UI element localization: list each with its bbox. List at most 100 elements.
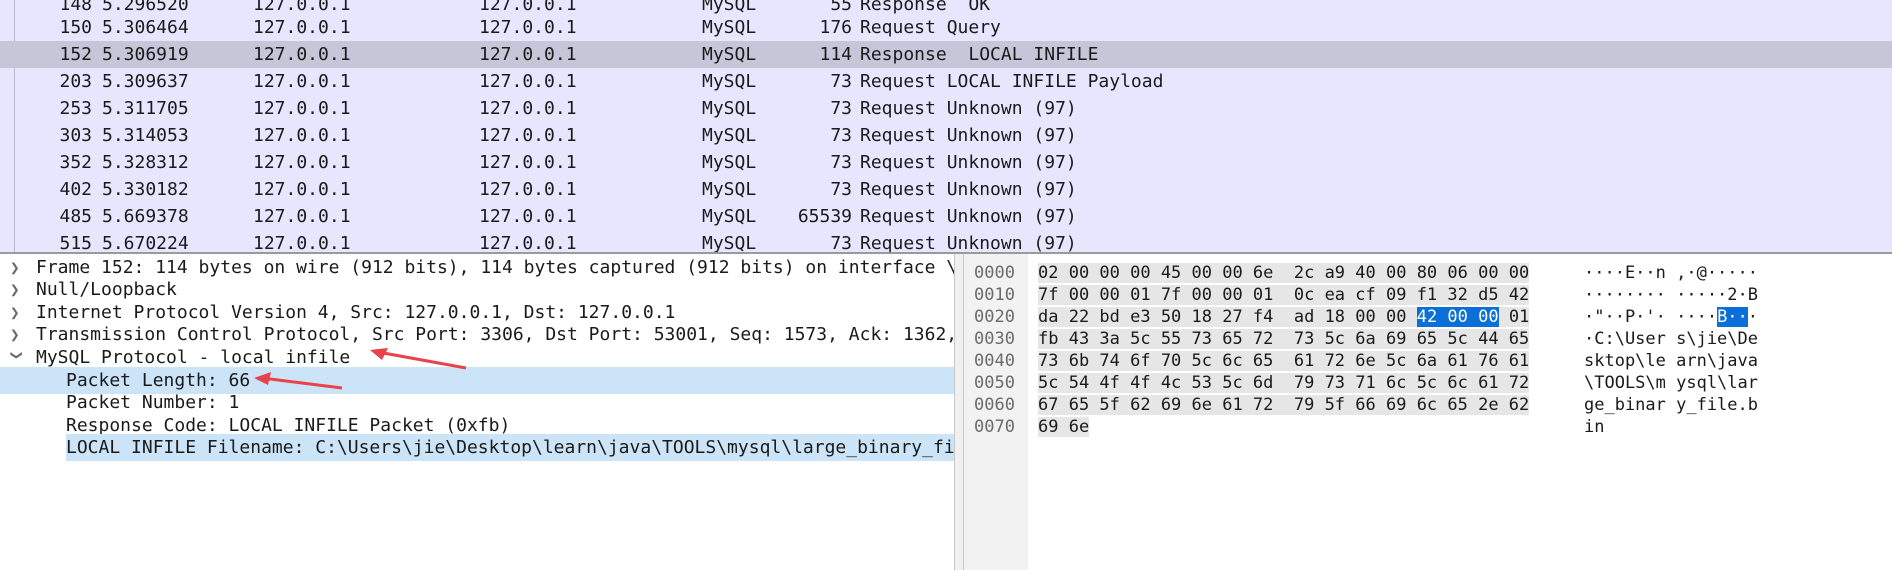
packet-source-cell: 127.0.0.1	[253, 125, 351, 146]
packet-protocol-cell: MySQL	[702, 179, 757, 200]
hex-bytes-line[interactable]: fb 43 3a 5c 55 73 65 72 73 5c 6a 69 65 5…	[1038, 328, 1530, 350]
packet-length-cell: 73	[830, 233, 852, 254]
byte-offset: 0050	[974, 373, 1015, 393]
chevron-down-icon[interactable]: ❯	[4, 351, 31, 365]
hex-bytes[interactable]: 7f 00 00 01 7f 00 00 01 0c ea cf 09 f1 3…	[1038, 285, 1530, 305]
hex-bytes-line[interactable]: da 22 bd e3 50 18 27 f4 ad 18 00 00 42 0…	[1038, 306, 1530, 328]
packet-row[interactable]: 152 5.306919 127.0.0.1 127.0.0.1 MySQL 114 Res…	[0, 41, 1892, 68]
packet-info-cell: Request LOCAL INFILE Payload	[860, 71, 1164, 92]
ascii-line[interactable]: \TOOLS\m ysql\lar	[1584, 372, 1758, 394]
packet-destination-cell: 127.0.0.1	[479, 179, 577, 200]
pane-splitter[interactable]	[954, 254, 964, 570]
ascii-line[interactable]: ·C:\User s\jie\De	[1584, 328, 1758, 350]
hex-bytes[interactable]: da 22 bd e3 50 18 27 f4 ad 18 00 00	[1038, 307, 1417, 327]
packet-row[interactable]: 203 5.309637 127.0.0.1 127.0.0.1 MySQL 73 Requ…	[0, 68, 1892, 95]
packet-protocol-cell: MySQL	[702, 71, 757, 92]
packet-source-cell: 127.0.0.1	[253, 179, 351, 200]
packet-length-cell: 73	[830, 152, 852, 173]
packet-time-cell: 5.309637	[102, 71, 189, 92]
ascii-text[interactable]: ·"··P·'· ····	[1584, 307, 1717, 327]
packet-length-cell: 176	[819, 17, 852, 38]
packet-source-cell: 127.0.0.1	[253, 44, 351, 65]
packet-destination-cell: 127.0.0.1	[479, 71, 577, 92]
hex-bytes[interactable]: 69 6e	[1038, 417, 1090, 437]
packet-time-cell: 5.306919	[102, 44, 189, 65]
packet-protocol-cell: MySQL	[702, 233, 757, 254]
packet-time-cell: 5.311705	[102, 98, 189, 119]
packet-number-cell: 402	[59, 179, 92, 200]
packet-source-cell: 127.0.0.1	[253, 71, 351, 92]
packet-number-cell: 152	[59, 44, 92, 65]
ascii-line[interactable]: sktop\le arn\java	[1584, 350, 1758, 372]
packet-list[interactable]: 148 5.296520 127.0.0.1 127.0.0.1 MySQL 55 Resp…	[0, 0, 1892, 254]
ascii-line[interactable]: ·"··P·'· ····B···	[1584, 306, 1758, 328]
packet-row[interactable]: 150 5.306464 127.0.0.1 127.0.0.1 MySQL 176 Req…	[0, 14, 1892, 41]
hex-bytes-selected[interactable]: 42 00 00	[1416, 307, 1499, 327]
packet-protocol-cell: MySQL	[702, 98, 757, 119]
packet-length-cell: 65539	[797, 206, 852, 227]
packet-info-cell: Request Query	[860, 17, 1001, 38]
hex-bytes[interactable]: 67 65 5f 62 69 6e 61 72 79 5f 66 69 6c 6…	[1038, 395, 1530, 415]
packet-source-cell: 127.0.0.1	[253, 233, 351, 254]
packet-row[interactable]: 402 5.330182 127.0.0.1 127.0.0.1 MySQL 73 Requ…	[0, 176, 1892, 203]
packet-info-cell: Request Unknown (97)	[860, 179, 1077, 200]
packet-bytes-pane[interactable]: 0000 02 00 00 00 45 00 00 6e 2c a9 40 00 …	[964, 254, 1892, 570]
packet-row[interactable]: 303 5.314053 127.0.0.1 127.0.0.1 MySQL 73 Requ…	[0, 122, 1892, 149]
hex-bytes[interactable]: 5c 54 4f 4f 4c 53 5c 6d 79 73 71 6c 5c 6…	[1038, 373, 1530, 393]
packet-protocol-cell: MySQL	[702, 17, 757, 38]
hex-bytes[interactable]: 02 00 00 00 45 00 00 6e 2c a9 40 00 80 0…	[1038, 263, 1530, 283]
byte-offset: 0020	[974, 307, 1015, 327]
packet-length-cell: 73	[830, 71, 852, 92]
packet-number-cell: 515	[59, 233, 92, 254]
ascii-line[interactable]: ge_binar y_file.b	[1584, 394, 1758, 416]
packet-row[interactable]: 515 5.670224 127.0.0.1 127.0.0.1 MySQL 73 Requ…	[0, 230, 1892, 254]
packet-number-cell: 303	[59, 125, 92, 146]
packet-time-cell: 5.314053	[102, 125, 189, 146]
tree-item-filename[interactable]: LOCAL INFILE Filename: C:\Users\jie\Desk…	[0, 434, 954, 461]
hex-bytes-line[interactable]: 69 6e	[1038, 416, 1090, 438]
packet-protocol-cell: MySQL	[702, 152, 757, 173]
packet-time-cell: 5.306464	[102, 17, 189, 38]
packet-details-pane[interactable]: ❯ Frame 152: 114 bytes on wire (912 bits…	[0, 254, 954, 570]
ascii-text[interactable]: ·	[1748, 307, 1758, 327]
packet-info-cell: Response LOCAL INFILE	[860, 44, 1099, 65]
hex-bytes-line[interactable]: 02 00 00 00 45 00 00 6e 2c a9 40 00 80 0…	[1038, 262, 1530, 284]
byte-offset: 0060	[974, 395, 1015, 415]
packet-row[interactable]: 352 5.328312 127.0.0.1 127.0.0.1 MySQL 73 Requ…	[0, 149, 1892, 176]
packet-source-cell: 127.0.0.1	[253, 98, 351, 119]
packet-info-cell: Request Unknown (97)	[860, 125, 1077, 146]
byte-offset: 0030	[974, 329, 1015, 349]
packet-protocol-cell: MySQL	[702, 125, 757, 146]
hex-bytes[interactable]: 73 6b 74 6f 70 5c 6c 65 61 72 6e 5c 6a 6…	[1038, 351, 1530, 371]
packet-row[interactable]: 253 5.311705 127.0.0.1 127.0.0.1 MySQL 73 Requ…	[0, 95, 1892, 122]
byte-offset: 0070	[974, 417, 1015, 437]
packet-time-cell: 5.328312	[102, 152, 189, 173]
byte-offset: 0010	[974, 285, 1015, 305]
packet-number-cell: 150	[59, 17, 92, 38]
packet-destination-cell: 127.0.0.1	[479, 206, 577, 227]
packet-row[interactable]: 485 5.669378 127.0.0.1 127.0.0.1 MySQL 65539 R…	[0, 203, 1892, 230]
ascii-line[interactable]: in	[1584, 416, 1604, 438]
packet-time-cell: 5.670224	[102, 233, 189, 254]
packet-source-cell: 127.0.0.1	[253, 152, 351, 173]
packet-destination-cell: 127.0.0.1	[479, 233, 577, 254]
packet-length-cell: 73	[830, 179, 852, 200]
packet-destination-cell: 127.0.0.1	[479, 44, 577, 65]
packet-protocol-cell: MySQL	[702, 206, 757, 227]
ascii-line[interactable]: ····E··n ,·@·····	[1584, 262, 1758, 284]
hex-bytes-line[interactable]: 7f 00 00 01 7f 00 00 01 0c ea cf 09 f1 3…	[1038, 284, 1530, 306]
ascii-line[interactable]: ········ ·····2·B	[1584, 284, 1758, 306]
ascii-selected[interactable]: B··	[1717, 307, 1748, 327]
packet-number-cell: 485	[59, 206, 92, 227]
hex-bytes-line[interactable]: 73 6b 74 6f 70 5c 6c 65 61 72 6e 5c 6a 6…	[1038, 350, 1530, 372]
hex-bytes[interactable]: 01	[1498, 307, 1530, 327]
hex-bytes-line[interactable]: 67 65 5f 62 69 6e 61 72 79 5f 66 69 6c 6…	[1038, 394, 1530, 416]
hex-bytes[interactable]: fb 43 3a 5c 55 73 65 72 73 5c 6a 69 65 5…	[1038, 329, 1530, 349]
packet-info-cell: Request Unknown (97)	[860, 152, 1077, 173]
packet-source-cell: 127.0.0.1	[253, 206, 351, 227]
hex-bytes-line[interactable]: 5c 54 4f 4f 4c 53 5c 6d 79 73 71 6c 5c 6…	[1038, 372, 1530, 394]
byte-offset: 0040	[974, 351, 1015, 371]
packet-info-cell: Request Unknown (97)	[860, 206, 1077, 227]
byte-offset: 0000	[974, 263, 1015, 283]
packet-time-cell: 5.330182	[102, 179, 189, 200]
